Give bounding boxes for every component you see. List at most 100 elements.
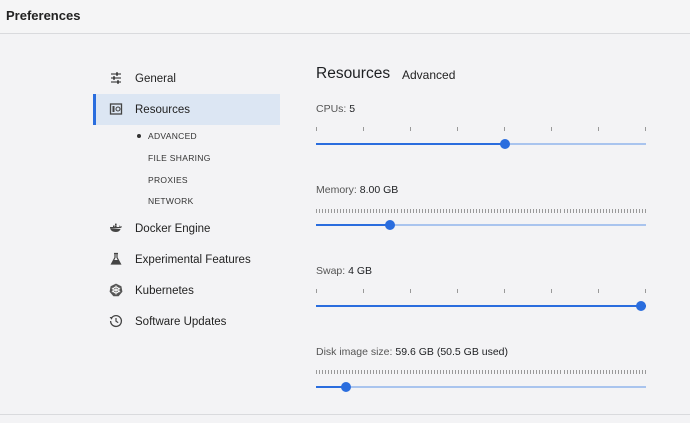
slider-thumb[interactable] (636, 301, 646, 311)
slider-fill (316, 305, 646, 307)
tick-mark (422, 209, 423, 213)
tick-mark (491, 209, 492, 213)
tab-advanced[interactable]: Advanced (402, 68, 455, 82)
tick-mark (621, 370, 622, 374)
tick-mark (367, 370, 368, 374)
tick-mark (425, 209, 426, 213)
tick-mark (567, 370, 568, 374)
tick-mark (564, 370, 565, 374)
tick-mark (449, 209, 450, 213)
tick-mark (615, 370, 616, 374)
slider-thumb[interactable] (499, 139, 510, 149)
tick-mark (337, 370, 338, 374)
tick-mark (422, 370, 423, 374)
tick-mark (449, 370, 450, 374)
tick-mark (458, 370, 459, 374)
tick-mark (597, 370, 598, 374)
tick-mark (482, 209, 483, 213)
slider-fill (316, 224, 391, 226)
tick-mark (609, 209, 610, 213)
tick-mark (482, 370, 483, 374)
tick-mark (621, 209, 622, 213)
sidebar-item-resources[interactable]: Resources (93, 94, 280, 125)
tick-mark (331, 370, 332, 374)
tick-mark (379, 370, 380, 374)
tick-mark (582, 209, 583, 213)
tick-mark (639, 209, 640, 213)
tick-mark (539, 370, 540, 374)
disk-slider[interactable] (316, 382, 646, 392)
tick-mark (618, 370, 619, 374)
tick-mark (397, 209, 398, 213)
tick-mark (551, 370, 552, 374)
tick-mark (316, 370, 317, 374)
whale-icon (109, 221, 123, 235)
sidebar-item-docker-engine[interactable]: Docker Engine (93, 213, 280, 244)
tick-mark (437, 370, 438, 374)
tick-mark (485, 209, 486, 213)
tick-mark (476, 209, 477, 213)
bottom-divider (0, 414, 690, 415)
tick-mark (413, 370, 414, 374)
tick-mark (633, 209, 634, 213)
cpus-value: 5 (349, 103, 356, 115)
sidebar-item-kubernetes[interactable]: Kubernetes (93, 275, 280, 306)
slider-thumb[interactable] (340, 382, 351, 392)
memory-ticks (316, 209, 646, 214)
disk-value: 59.6 GB (50.5 GB used) (395, 346, 509, 358)
tick-mark (579, 370, 580, 374)
tick-mark (636, 370, 637, 374)
tick-mark (328, 209, 329, 213)
subitem-proxies[interactable]: PROXIES (148, 175, 188, 185)
tick-mark (645, 127, 646, 131)
tick-mark (391, 370, 392, 374)
tick-mark (443, 209, 444, 213)
tick-mark (343, 370, 344, 374)
tick-mark (500, 370, 501, 374)
tick-mark (491, 370, 492, 374)
slider-thumb[interactable] (385, 220, 396, 230)
cpus-slider[interactable] (316, 139, 646, 149)
tick-mark (363, 289, 364, 293)
subitem-file-sharing[interactable]: FILE SHARING (148, 153, 211, 163)
tick-mark (464, 370, 465, 374)
tick-mark (536, 370, 537, 374)
tick-mark (367, 209, 368, 213)
swap-slider[interactable] (316, 301, 646, 311)
sidebar-item-general[interactable]: General (93, 63, 280, 94)
tick-mark (600, 209, 601, 213)
tick-mark (343, 209, 344, 213)
tick-mark (370, 370, 371, 374)
tick-mark (497, 370, 498, 374)
tick-mark (600, 370, 601, 374)
tick-mark (361, 209, 362, 213)
tick-mark (512, 209, 513, 213)
tick-mark (325, 370, 326, 374)
tick-mark (488, 370, 489, 374)
sidebar-item-label: General (135, 72, 176, 85)
tick-mark (452, 209, 453, 213)
history-icon (109, 314, 123, 328)
tick-mark (467, 370, 468, 374)
tick-mark (428, 209, 429, 213)
subitem-advanced[interactable]: ADVANCED (136, 131, 197, 141)
tick-mark (443, 370, 444, 374)
tick-mark (582, 370, 583, 374)
tick-mark (404, 370, 405, 374)
tick-mark (431, 209, 432, 213)
memory-label: Memory: 8.00 GB (316, 184, 398, 196)
tick-mark (373, 209, 374, 213)
memory-value: 8.00 GB (359, 184, 399, 196)
tick-mark (618, 209, 619, 213)
tick-mark (524, 370, 525, 374)
subitem-network[interactable]: NETWORK (148, 196, 194, 206)
tick-mark (645, 209, 646, 213)
tick-mark (509, 370, 510, 374)
tick-mark (515, 370, 516, 374)
tick-mark (419, 370, 420, 374)
tick-mark (512, 370, 513, 374)
memory-slider[interactable] (316, 220, 646, 230)
sidebar-item-software-updates[interactable]: Software Updates (93, 306, 280, 337)
sidebar-item-experimental-features[interactable]: Experimental Features (93, 244, 280, 275)
tick-mark (461, 370, 462, 374)
